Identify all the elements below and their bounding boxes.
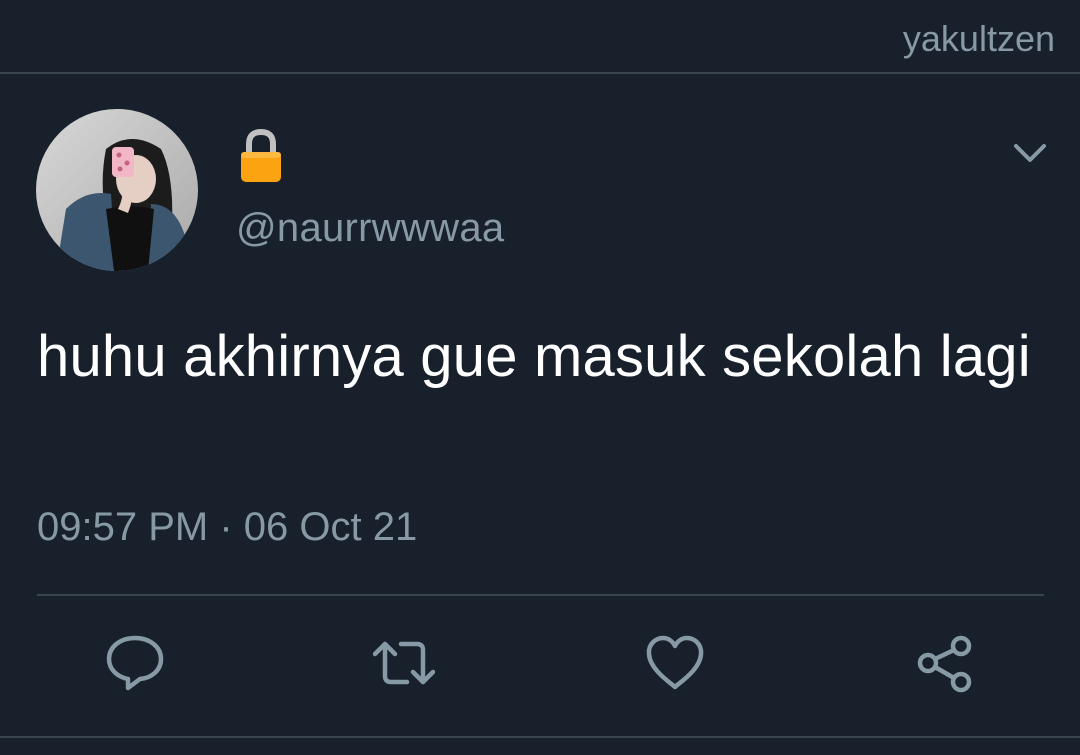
- chevron-down-icon[interactable]: [1010, 138, 1050, 168]
- display-name-lock-icon: [238, 128, 284, 184]
- tweet-text: huhu akhirnya gue masuk sekolah lagi: [37, 324, 1031, 389]
- retweet-icon: [373, 641, 435, 685]
- divider: [37, 594, 1044, 596]
- avatar[interactable]: [36, 109, 198, 271]
- reply-button[interactable]: [104, 632, 166, 694]
- share-button[interactable]: [914, 632, 976, 694]
- bottom-divider: [0, 736, 1080, 738]
- share-icon: [917, 635, 972, 693]
- watermark: yakultzen: [902, 18, 1055, 59]
- tweet-time: 09:57 PM: [37, 505, 209, 549]
- meta-separator: ·: [219, 505, 233, 549]
- speech-bubble-icon: [106, 635, 164, 691]
- top-bar: yakultzen: [0, 0, 1080, 74]
- tweet-date: 06 Oct 21: [243, 505, 418, 549]
- tweet-timestamp: 09:57 PM · 06 Oct 21: [37, 505, 417, 550]
- heart-icon: [646, 635, 704, 690]
- retweet-button[interactable]: [373, 632, 435, 694]
- like-button[interactable]: [644, 632, 706, 694]
- tweet-screen: yakultzen @naurrwwwaa huhu akhirnya gue …: [0, 0, 1080, 755]
- user-handle[interactable]: @naurrwwwaa: [236, 206, 504, 251]
